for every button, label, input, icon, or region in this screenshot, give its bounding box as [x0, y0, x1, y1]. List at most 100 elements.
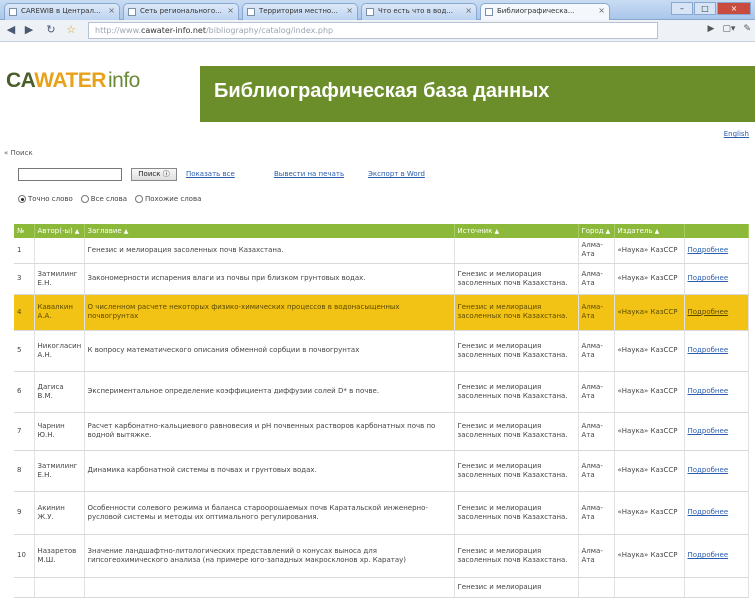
details-link[interactable]: Подробнее — [684, 371, 749, 413]
col-header-details — [684, 224, 749, 238]
radio-label: Точно слово — [28, 195, 73, 203]
browser-tab-1[interactable]: CAREWIB в Централ... × — [4, 3, 120, 20]
cell-number — [14, 577, 35, 598]
cell-author — [34, 238, 85, 264]
table-row[interactable]: 5 Никогласин А.Н. К вопросу математическ… — [14, 330, 749, 372]
reload-icon[interactable]: ↻ — [44, 23, 58, 37]
cell-title — [84, 577, 455, 598]
bookmark-star-icon[interactable]: ☆ — [64, 23, 78, 37]
wrench-icon[interactable]: ✎ — [743, 24, 751, 34]
radio-dot-icon[interactable] — [80, 195, 89, 203]
cell-city — [578, 577, 615, 598]
table-row-highlighted[interactable]: 4 Кавалкин А.А. О численном расчете неко… — [14, 294, 749, 331]
close-icon[interactable]: × — [465, 6, 472, 15]
browser-tab-3[interactable]: Территория местно... × — [242, 3, 358, 20]
site-logo[interactable]: CAWATERinfo — [6, 69, 140, 93]
page-icon[interactable]: ▢▾ — [722, 24, 735, 34]
details-link[interactable] — [684, 577, 749, 598]
close-icon[interactable]: × — [598, 6, 605, 15]
radio-all-words[interactable]: Все слова — [80, 195, 127, 203]
details-link[interactable]: Подробнее — [684, 263, 749, 295]
cell-publisher: «Наука» КазССР — [614, 371, 685, 413]
search-input[interactable] — [18, 168, 122, 181]
table-row[interactable]: 10 Назаретов М.Ш. Значение ландшафтно-ли… — [14, 534, 749, 578]
tab-label: Что есть что в вод... — [378, 7, 453, 15]
cell-number: 6 — [14, 371, 35, 413]
address-bar[interactable]: http://www.cawater-info.net/bibliography… — [88, 22, 658, 39]
cell-number: 5 — [14, 330, 35, 372]
maximize-icon[interactable]: □ — [694, 2, 716, 15]
cell-source: Генезис и мелиорация засоленных почв Каз… — [454, 371, 579, 413]
cell-source: Генезис и мелиорация засоленных почв Каз… — [454, 294, 579, 331]
radio-similar-words[interactable]: Похожие слова — [135, 195, 201, 203]
browser-tab-2[interactable]: Сеть регионального... × — [123, 3, 239, 20]
search-toggle[interactable]: « Поиск — [4, 149, 33, 157]
back-icon[interactable]: ◀ — [4, 23, 18, 37]
minimize-icon[interactable]: – — [671, 2, 693, 15]
search-button[interactable]: Поиск ⓘ — [131, 168, 177, 181]
url-domain: cawater-info.net — [140, 26, 206, 35]
export-word-link[interactable]: Экспорт в Word — [368, 170, 425, 178]
english-link[interactable]: English — [724, 130, 749, 138]
cell-author: Дагиса В.М. — [34, 371, 85, 413]
details-link[interactable]: Подробнее — [684, 294, 749, 331]
sort-arrow-icon: ▲ — [654, 228, 660, 235]
cell-number: 8 — [14, 450, 35, 492]
table-row[interactable]: 6 Дагиса В.М. Экспериментальное определе… — [14, 371, 749, 413]
col-header-number[interactable]: № — [14, 224, 35, 238]
page-title-banner: Библиографическая база данных — [200, 66, 755, 122]
details-link[interactable]: Подробнее — [684, 238, 749, 264]
cell-publisher: «Наука» КазССР — [614, 450, 685, 492]
details-link[interactable]: Подробнее — [684, 330, 749, 372]
table-row[interactable]: Генезис и мелиорация — [14, 577, 749, 598]
cell-author: Акинин Ж.У. — [34, 491, 85, 535]
close-icon[interactable]: × — [108, 6, 115, 15]
col-header-author[interactable]: Автор(-ы) ▲ — [34, 224, 85, 238]
show-all-link[interactable]: Показать все — [186, 170, 235, 178]
radio-label: Все слова — [90, 195, 127, 203]
cell-title: Закономерности испарения влаги из почвы … — [84, 263, 455, 295]
close-icon[interactable]: × — [227, 6, 234, 15]
radio-exact-word[interactable]: Точно слово — [18, 195, 73, 203]
logo-part-info: info — [107, 69, 140, 92]
table-row[interactable]: 8 Затмилинг Е.Н. Динамика карбонатной си… — [14, 450, 749, 492]
col-header-source[interactable]: Источник ▲ — [454, 224, 579, 238]
print-link[interactable]: Вывести на печать — [274, 170, 344, 178]
close-icon[interactable]: × — [346, 6, 353, 15]
browser-toolbar: ◀ ▶ ↻ ☆ http://www.cawater-info.net/bibl… — [0, 20, 755, 42]
sort-arrow-icon: ▲ — [605, 228, 611, 235]
col-header-city[interactable]: Город ▲ — [578, 224, 615, 238]
table-row[interactable]: 3 Затмилинг Е.Н. Закономерности испарени… — [14, 263, 749, 295]
browser-tab-4[interactable]: Что есть что в вод... × — [361, 3, 477, 20]
table-row[interactable]: 1 Генезис и мелиорация засоленных почв К… — [14, 238, 749, 264]
page-menu-icon[interactable]: ▶ — [708, 24, 715, 34]
cell-publisher: «Наука» КазССР — [614, 294, 685, 331]
forward-icon[interactable]: ▶ — [22, 23, 36, 37]
window-close-icon[interactable]: × — [717, 2, 751, 15]
tab-label: Библиографическа... — [497, 7, 575, 15]
cell-number: 4 — [14, 294, 35, 331]
cell-title: Генезис и мелиорация засоленных почв Каз… — [84, 238, 455, 264]
page-title: Библиографическая база данных — [214, 80, 550, 102]
bibliography-table: № Автор(-ы) ▲ Заглавие ▲ Источник ▲ Город ▲ … — [14, 224, 749, 598]
cell-author: Затмилинг Е.Н. — [34, 263, 85, 295]
details-link[interactable]: Подробнее — [684, 491, 749, 535]
cell-source: Генезис и мелиорация засоленных почв Каз… — [454, 491, 579, 535]
cell-source: Генезис и мелиорация — [454, 577, 579, 598]
details-link[interactable]: Подробнее — [684, 450, 749, 492]
page-icon — [247, 8, 255, 16]
radio-dot-icon[interactable] — [18, 195, 26, 203]
details-link[interactable]: Подробнее — [684, 534, 749, 578]
tab-label: Сеть регионального... — [140, 7, 222, 15]
col-header-title[interactable]: Заглавие ▲ — [84, 224, 455, 238]
radio-dot-icon[interactable] — [135, 195, 143, 203]
browser-tab-active[interactable]: Библиографическа... × — [480, 3, 610, 21]
table-row[interactable]: 9 Акинин Ж.У. Особенности солевого режим… — [14, 491, 749, 535]
table-row[interactable]: 7 Чарнин Ю.Н. Расчет карбонатно-кальциев… — [14, 412, 749, 451]
col-header-publisher[interactable]: Издатель ▲ — [614, 224, 685, 238]
details-link[interactable]: Подробнее — [684, 412, 749, 451]
cell-source: Генезис и мелиорация засоленных почв Каз… — [454, 450, 579, 492]
toolbar-icons: ▶ ▢▾ ✎ — [708, 24, 752, 34]
cell-source: Генезис и мелиорация засоленных почв Каз… — [454, 534, 579, 578]
page-icon — [128, 8, 136, 16]
